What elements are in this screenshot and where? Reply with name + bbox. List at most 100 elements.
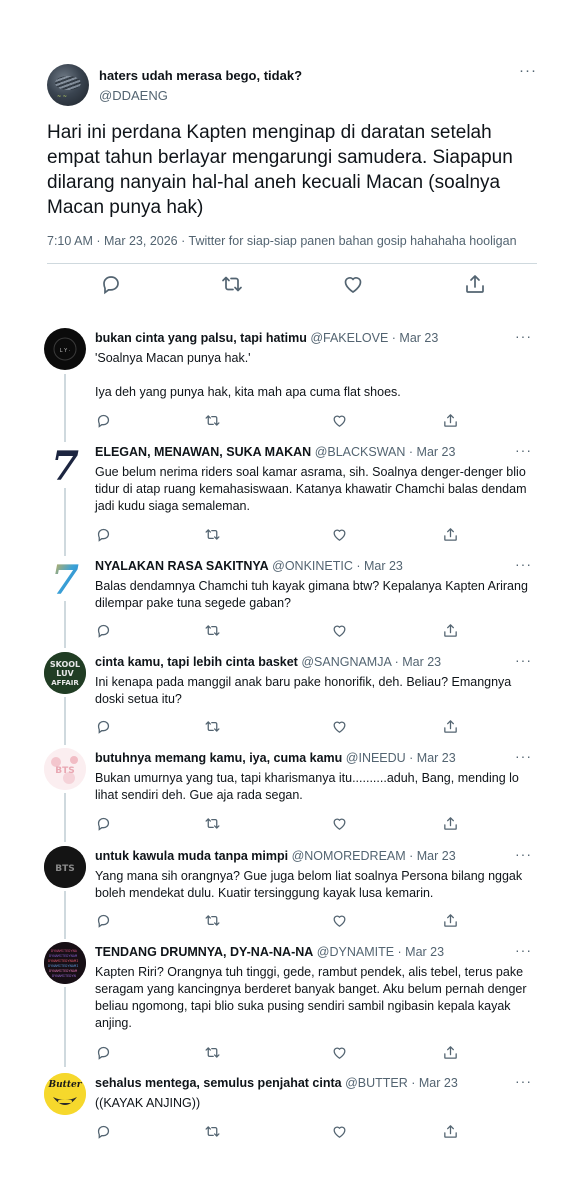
reply-header: untuk kawula muda tanpa mimpi @NOMOREDRE… xyxy=(95,849,456,863)
reply-icon[interactable] xyxy=(95,622,112,639)
handle-date[interactable]: @SANGNAMJA · Mar 23 xyxy=(301,655,441,669)
share-icon[interactable] xyxy=(442,1044,459,1061)
handle-date[interactable]: @BLACKSWAN · Mar 23 xyxy=(315,445,456,459)
avatar[interactable]: ~ ~ xyxy=(47,64,89,106)
handle-date[interactable]: @INEEDU · Mar 23 xyxy=(346,751,456,765)
reply[interactable]: DYNAMITEDYNA DYNAMITEDYNAM DYNAMITEDYNAM… xyxy=(44,942,544,1066)
reply[interactable]: 7 ELEGAN, MENAWAN, SUKA MAKAN @BLACKSWAN… xyxy=(44,442,544,548)
retweet-icon[interactable] xyxy=(204,526,221,543)
handle-date[interactable]: @DYNAMITE · Mar 23 xyxy=(317,945,444,959)
retweet-icon[interactable] xyxy=(204,912,221,929)
handle[interactable]: @DDAENG xyxy=(99,88,168,103)
reply[interactable]: Butter sehalus mentega, semulus penjahat… xyxy=(44,1073,544,1153)
share-icon[interactable] xyxy=(442,622,459,639)
reply-icon[interactable] xyxy=(99,272,123,296)
retweet-icon[interactable] xyxy=(204,622,221,639)
handle-date[interactable]: @BUTTER · Mar 23 xyxy=(345,1076,458,1090)
reply-header: TENDANG DRUMNYA, DY-NA-NA-NA @DYNAMITE ·… xyxy=(95,945,444,959)
share-icon[interactable] xyxy=(442,912,459,929)
display-name[interactable]: haters udah merasa bego, tidak? xyxy=(99,68,302,83)
reply-actions xyxy=(95,718,515,736)
display-name[interactable]: butuhnya memang kamu, iya, cuma kamu xyxy=(95,751,342,765)
reply-icon[interactable] xyxy=(95,526,112,543)
main-tweet-actions xyxy=(47,272,537,302)
more-options-icon[interactable]: ··· xyxy=(515,846,532,862)
like-icon[interactable] xyxy=(331,718,348,735)
more-options-icon[interactable]: ··· xyxy=(515,328,532,344)
avatar[interactable]: SKOOL LUV AFFAIR xyxy=(44,652,86,694)
reply-icon[interactable] xyxy=(95,1044,112,1061)
more-options-icon[interactable]: ··· xyxy=(515,942,532,958)
share-icon[interactable] xyxy=(442,526,459,543)
retweet-icon[interactable] xyxy=(204,412,221,429)
reply[interactable]: 7 NYALAKAN RASA SAKITNYA @ONKINETIC · Ma… xyxy=(44,556,544,648)
reply-actions xyxy=(95,412,515,430)
display-name[interactable]: NYALAKAN RASA SAKITNYA xyxy=(95,559,269,573)
reply-icon[interactable] xyxy=(95,912,112,929)
share-icon[interactable] xyxy=(442,1123,459,1140)
reply-text: Bukan umurnya yang tua, tapi kharismanya… xyxy=(95,771,519,802)
display-name[interactable]: TENDANG DRUMNYA, DY-NA-NA-NA xyxy=(95,945,313,959)
retweet-icon[interactable] xyxy=(204,815,221,832)
svg-text:LUV: LUV xyxy=(56,669,74,678)
more-options-icon[interactable]: ··· xyxy=(515,652,532,668)
display-name[interactable]: cinta kamu, tapi lebih cinta basket xyxy=(95,655,298,669)
share-icon[interactable] xyxy=(442,718,459,735)
handle-date[interactable]: @NOMOREDREAM · Mar 23 xyxy=(292,849,456,863)
share-icon[interactable] xyxy=(442,412,459,429)
reply[interactable]: BTS butuhnya memang kamu, iya, cuma kamu… xyxy=(44,748,544,840)
reply-actions xyxy=(95,912,515,930)
svg-text:BTS: BTS xyxy=(55,766,74,776)
reply-icon[interactable] xyxy=(95,412,112,429)
like-icon[interactable] xyxy=(331,412,348,429)
like-icon[interactable] xyxy=(331,622,348,639)
share-icon[interactable] xyxy=(463,272,487,296)
avatar[interactable]: 7 xyxy=(44,442,86,484)
more-options-icon[interactable]: ··· xyxy=(515,1073,532,1089)
svg-text:DYNAMITEDYNA: DYNAMITEDYNA xyxy=(51,949,78,953)
reply-actions xyxy=(95,1044,515,1062)
display-name[interactable]: sehalus mentega, semulus penjahat cinta xyxy=(95,1076,342,1090)
reply-header: bukan cinta yang palsu, tapi hatimu @FAK… xyxy=(95,331,438,345)
reply-icon[interactable] xyxy=(95,1123,112,1140)
share-icon[interactable] xyxy=(442,815,459,832)
avatar[interactable]: DYNAMITEDYNA DYNAMITEDYNAM DYNAMITEDYNAM… xyxy=(44,942,86,984)
more-options-icon[interactable]: ··· xyxy=(515,748,532,764)
display-name[interactable]: bukan cinta yang palsu, tapi hatimu xyxy=(95,331,307,345)
svg-text:DYNAMITEDYNAMI: DYNAMITEDYNAMI xyxy=(48,964,78,968)
avatar[interactable]: L Y · xyxy=(44,328,86,370)
reply[interactable]: L Y · bukan cinta yang palsu, tapi hatim… xyxy=(44,328,544,434)
reply-header: cinta kamu, tapi lebih cinta basket @SAN… xyxy=(95,655,441,669)
reply[interactable]: BTS untuk kawula muda tanpa mimpi @NOMOR… xyxy=(44,846,544,938)
retweet-icon[interactable] xyxy=(204,718,221,735)
display-name[interactable]: untuk kawula muda tanpa mimpi xyxy=(95,849,288,863)
tweet-text: Hari ini perdana Kapten menginap di dara… xyxy=(47,122,513,218)
retweet-icon[interactable] xyxy=(204,1044,221,1061)
handle-date[interactable]: @ONKINETIC · Mar 23 xyxy=(272,559,403,573)
display-name[interactable]: ELEGAN, MENAWAN, SUKA MAKAN xyxy=(95,445,311,459)
like-icon[interactable] xyxy=(341,272,365,296)
svg-text:AFFAIR: AFFAIR xyxy=(51,679,79,687)
avatar[interactable]: 7 xyxy=(44,556,86,598)
like-icon[interactable] xyxy=(331,1044,348,1061)
reply-header: ELEGAN, MENAWAN, SUKA MAKAN @BLACKSWAN ·… xyxy=(95,445,455,459)
main-tweet: ~ ~ haters udah merasa bego, tidak? @DDA… xyxy=(47,58,537,248)
more-options-icon[interactable]: ··· xyxy=(515,556,532,572)
avatar[interactable]: Butter xyxy=(44,1073,86,1115)
reply-icon[interactable] xyxy=(95,815,112,832)
avatar[interactable]: BTS xyxy=(44,748,86,790)
handle-date[interactable]: @FAKELOVE · Mar 23 xyxy=(310,331,438,345)
reply[interactable]: SKOOL LUV AFFAIR cinta kamu, tapi lebih … xyxy=(44,652,544,744)
like-icon[interactable] xyxy=(331,912,348,929)
more-options-icon[interactable]: ··· xyxy=(515,442,532,458)
like-icon[interactable] xyxy=(331,526,348,543)
more-options-icon[interactable]: ··· xyxy=(519,62,537,79)
retweet-icon[interactable] xyxy=(204,1123,221,1140)
reply-icon[interactable] xyxy=(95,718,112,735)
reply-text: 'Soalnya Macan punya hak.' Iya deh yang … xyxy=(95,351,401,399)
like-icon[interactable] xyxy=(331,1123,348,1140)
avatar[interactable]: BTS xyxy=(44,846,86,888)
like-icon[interactable] xyxy=(331,815,348,832)
tweet-meta[interactable]: 7:10 AM · Mar 23, 2026 · Twitter for sia… xyxy=(47,234,517,248)
retweet-icon[interactable] xyxy=(220,272,244,296)
